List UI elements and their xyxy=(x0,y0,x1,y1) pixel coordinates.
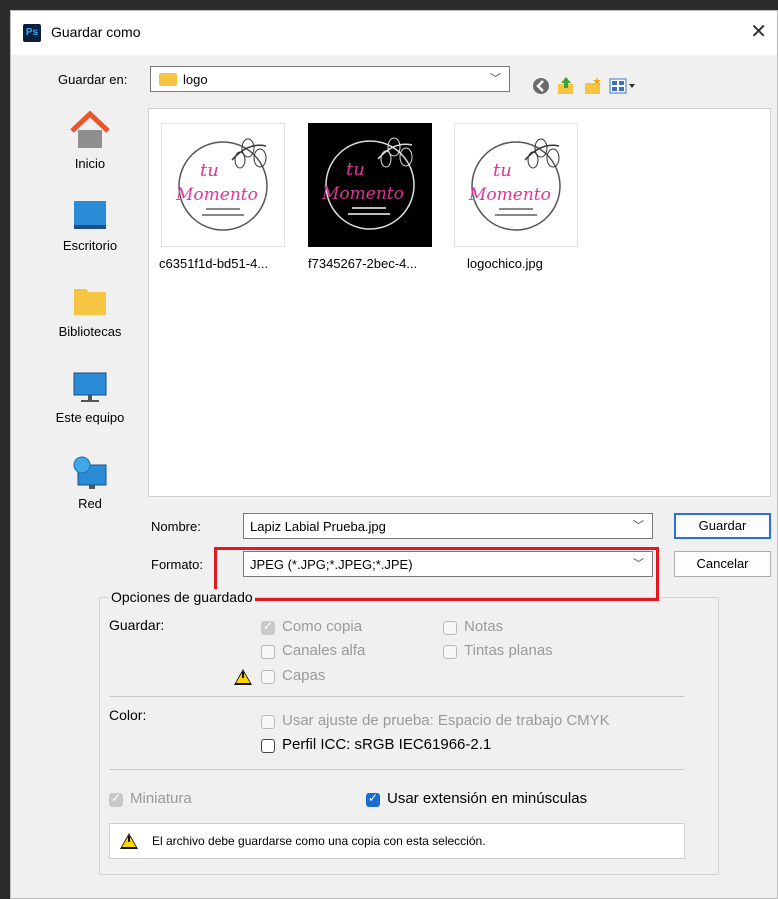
place-label: Red xyxy=(78,496,102,511)
place-escritorio[interactable]: Escritorio xyxy=(29,195,151,253)
tintas-planas-label: Tintas planas xyxy=(464,642,553,659)
warning-icon xyxy=(120,833,138,849)
logo-text-line2: Momento xyxy=(175,185,258,205)
back-icon[interactable] xyxy=(531,76,551,96)
file-thumbnail[interactable]: tu Momento xyxy=(454,123,578,247)
file-name[interactable]: logochico.jpg xyxy=(467,256,543,271)
places-sidebar: Inicio Escritorio Bibliotecas Este equip… xyxy=(29,109,151,511)
place-label: Escritorio xyxy=(62,238,118,253)
color-label: Color: xyxy=(109,707,147,723)
file-thumbnail[interactable]: tu Momento xyxy=(161,123,285,247)
chevron-down-icon: ﹀ xyxy=(633,520,644,532)
logo-text-line2: Momento xyxy=(321,184,404,204)
como-copia-label: Como copia xyxy=(282,618,363,635)
desktop-icon xyxy=(74,201,106,229)
save-in-dropdown[interactable]: logo ﹀ xyxy=(150,66,510,92)
network-icon xyxy=(73,456,107,489)
como-copia-checkbox[interactable]: ✓ xyxy=(261,619,275,635)
new-folder-icon[interactable] xyxy=(583,76,603,96)
home-icon xyxy=(70,110,110,148)
chevron-down-icon: ﹀ xyxy=(490,73,501,85)
logo-thumbnail-image: tu Momento xyxy=(321,137,415,230)
perfil-icc-label: Perfil ICC: sRGB IEC61966-2.1 xyxy=(282,736,492,753)
dialog-title: Guardar como xyxy=(51,24,141,40)
place-este-equipo[interactable]: Este equipo xyxy=(29,367,151,425)
logo-text-line1: tu xyxy=(200,160,219,181)
folder-icon xyxy=(159,73,177,86)
ajuste-prueba-label: Usar ajuste de prueba: Espacio de trabaj… xyxy=(282,712,610,729)
highlight-annotation-box xyxy=(214,547,659,601)
notas-label: Notas xyxy=(464,618,504,635)
warning-text: El archivo debe guardarse como una copia… xyxy=(152,834,486,848)
place-label: Este equipo xyxy=(55,410,125,425)
extension-minusculas-label: Usar extensión en minúsculas xyxy=(387,790,588,807)
photoshop-icon: Ps xyxy=(23,24,41,42)
logo-text-line2: Momento xyxy=(468,185,551,205)
place-red[interactable]: Red xyxy=(29,453,151,511)
logo-text-line1: tu xyxy=(493,160,512,181)
warning-icon xyxy=(234,669,252,685)
perfil-icc-checkbox[interactable] xyxy=(261,739,275,753)
title-bar: Ps Guardar como ✕ xyxy=(11,11,777,55)
save-in-label: Guardar en: xyxy=(58,72,128,87)
format-label: Formato: xyxy=(151,557,204,572)
divider xyxy=(109,769,684,770)
place-label: Bibliotecas xyxy=(58,324,122,339)
logo-thumbnail-image: tu Momento xyxy=(175,138,268,231)
logo-thumbnail-image: tu Momento xyxy=(468,138,561,231)
divider xyxy=(109,696,684,697)
save-in-value: logo xyxy=(183,72,208,87)
save-as-dialog: Ps Guardar como ✕ Guardar en: logo ﹀ Ini… xyxy=(10,10,778,899)
warning-message-box: El archivo debe guardarse como una copia… xyxy=(109,823,685,859)
cancel-button[interactable]: Cancelar xyxy=(674,551,771,577)
tintas-planas-checkbox[interactable] xyxy=(443,645,457,659)
view-menu-icon[interactable] xyxy=(609,76,637,96)
up-folder-icon[interactable] xyxy=(556,76,576,96)
capas-checkbox[interactable] xyxy=(261,670,275,684)
capas-label: Capas xyxy=(282,667,326,684)
ajuste-prueba-checkbox[interactable] xyxy=(261,715,275,729)
file-name-input[interactable]: Lapiz Labial Prueba.jpg ﹀ xyxy=(243,513,653,539)
file-name[interactable]: f7345267-2bec-4... xyxy=(308,256,417,271)
place-inicio[interactable]: Inicio xyxy=(29,109,151,171)
place-label: Inicio xyxy=(74,156,106,171)
libraries-icon xyxy=(74,289,106,315)
file-thumbnail[interactable]: tu Momento xyxy=(308,123,432,247)
computer-icon xyxy=(73,372,107,402)
miniatura-label: Miniatura xyxy=(130,790,192,807)
extension-minusculas-checkbox[interactable]: ✓ xyxy=(366,791,380,807)
save-label: Guardar: xyxy=(109,617,165,633)
logo-text-line1: tu xyxy=(346,159,365,180)
name-label: Nombre: xyxy=(151,519,201,534)
file-name[interactable]: c6351f1d-bd51-4... xyxy=(159,256,268,271)
file-name-value: Lapiz Labial Prueba.jpg xyxy=(250,519,386,534)
place-bibliotecas[interactable]: Bibliotecas xyxy=(29,281,151,339)
save-button[interactable]: Guardar xyxy=(674,513,771,539)
close-icon[interactable]: ✕ xyxy=(750,19,767,44)
canales-alfa-checkbox[interactable] xyxy=(261,645,275,659)
miniatura-checkbox[interactable]: ✓ xyxy=(109,791,123,807)
canales-alfa-label: Canales alfa xyxy=(282,642,366,659)
save-options-legend: Opciones de guardado xyxy=(109,589,255,605)
notas-checkbox[interactable] xyxy=(443,621,457,635)
file-list[interactable]: tu Momento tu Momento tu Momento c6351f1… xyxy=(148,108,771,497)
